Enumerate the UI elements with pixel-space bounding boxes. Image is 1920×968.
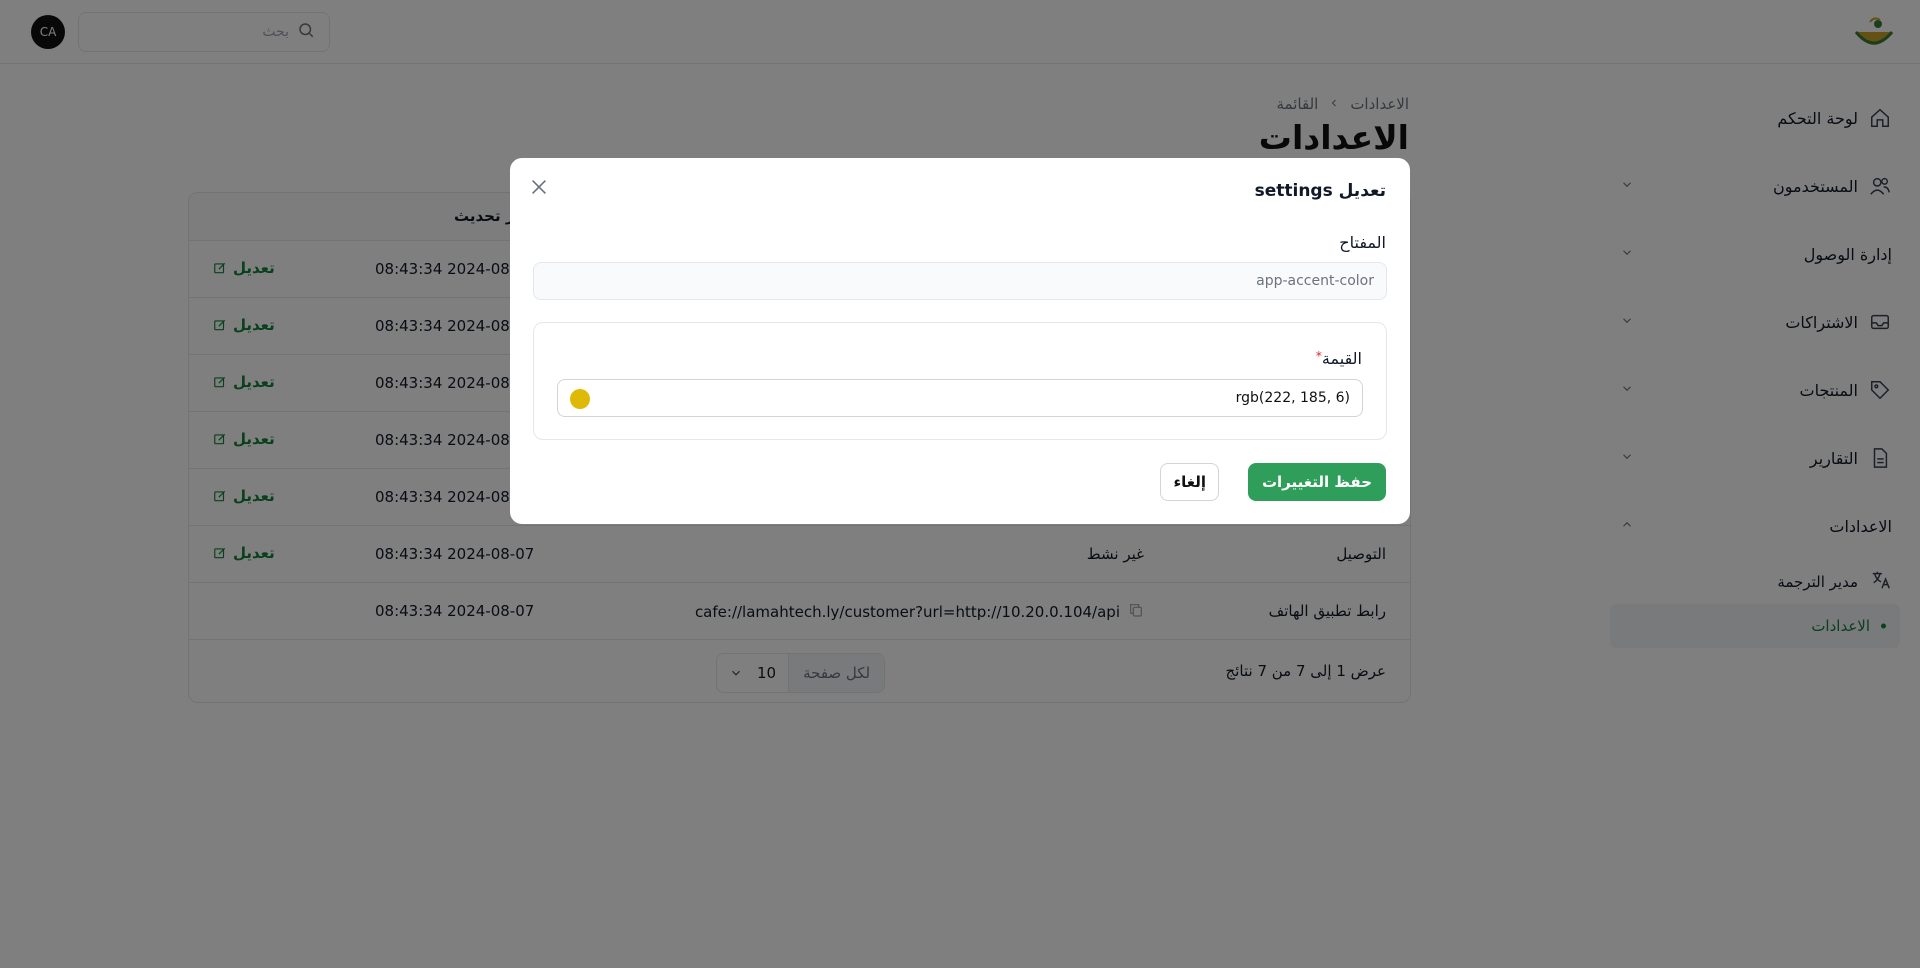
- save-button[interactable]: حفظ التغييرات: [1247, 463, 1386, 501]
- value-field-label: القيمة*: [1315, 349, 1362, 368]
- value-section: القيمة*: [533, 322, 1387, 440]
- cancel-button[interactable]: إلغاء: [1160, 463, 1219, 501]
- color-swatch[interactable]: [570, 389, 590, 409]
- value-field[interactable]: [650, 380, 1350, 416]
- key-field-label: المفتاح: [1339, 233, 1386, 252]
- close-icon[interactable]: [528, 176, 550, 198]
- color-picker-field[interactable]: [557, 379, 1363, 417]
- modal-title: تعديل settings: [1254, 181, 1386, 201]
- edit-settings-modal: تعديل settings المفتاح القيمة* حفظ التغي…: [510, 158, 1410, 524]
- key-field[interactable]: [533, 262, 1387, 300]
